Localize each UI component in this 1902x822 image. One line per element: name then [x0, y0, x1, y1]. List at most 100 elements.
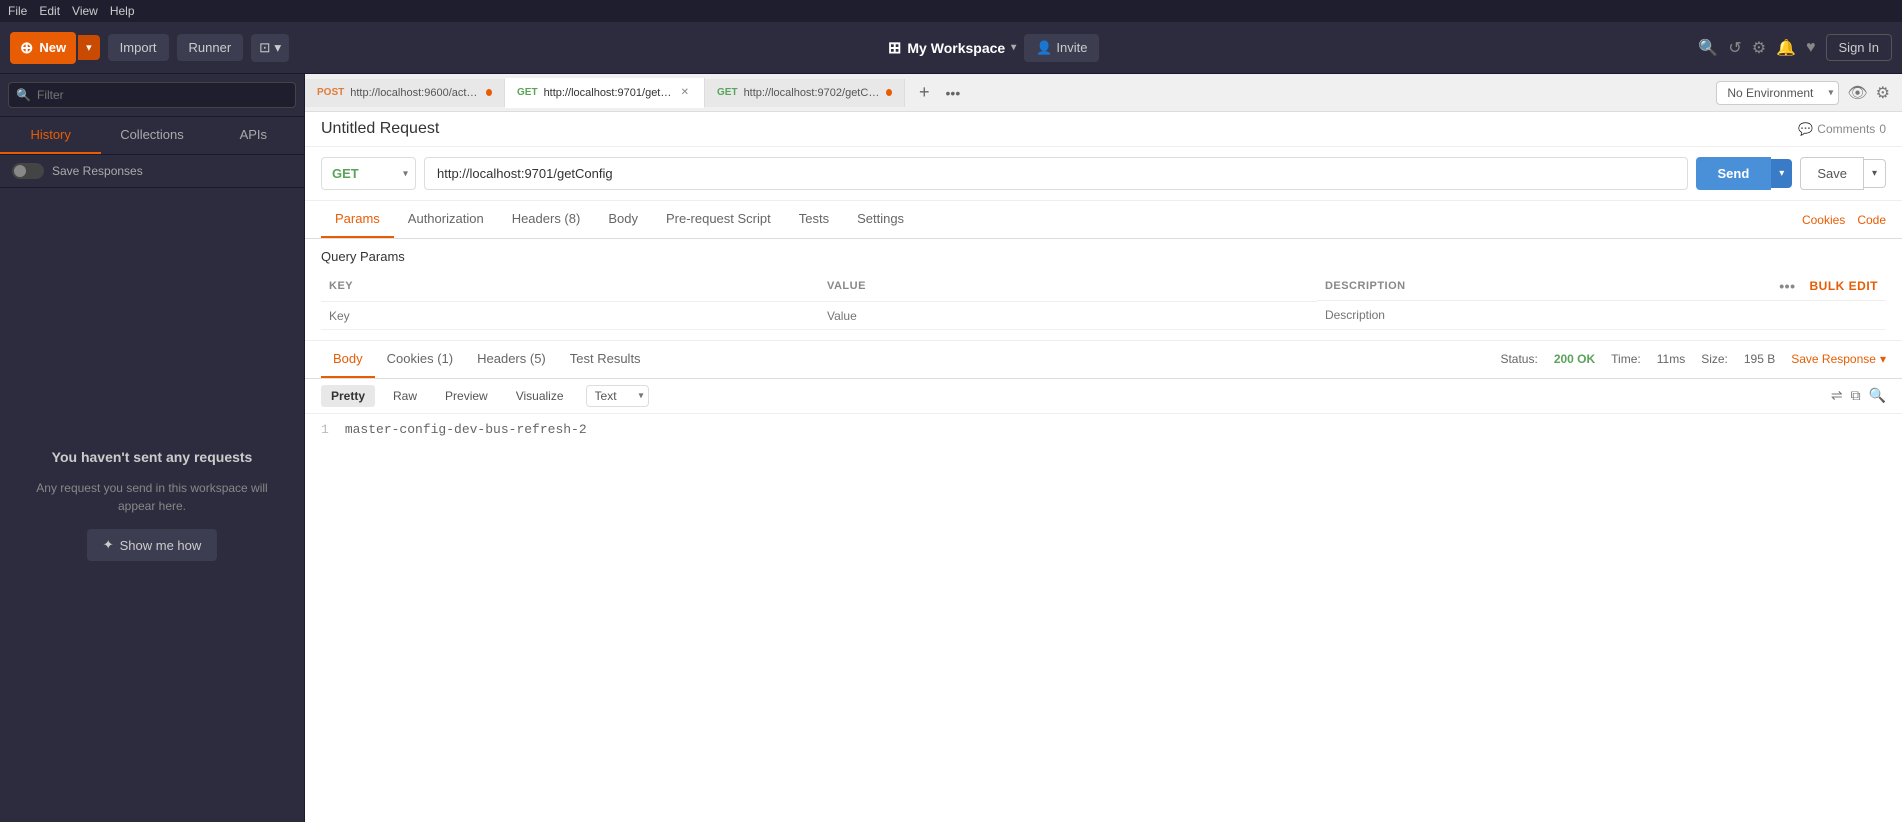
heart-icon[interactable]: ♥ — [1806, 39, 1816, 57]
req-tab-settings[interactable]: Settings — [843, 201, 918, 238]
send-button-area: Send ▾ — [1696, 157, 1793, 190]
sidebar-empty-title: You haven't sent any requests — [52, 449, 253, 465]
res-tab-cookies[interactable]: Cookies (1) — [375, 341, 465, 378]
save-response-dropdown-icon: ▾ — [1880, 352, 1886, 366]
tab-more-button[interactable]: ••• — [940, 83, 967, 103]
response-format-bar: Pretty Raw Preview Visualize Text JSON X… — [305, 379, 1902, 414]
req-tab-params[interactable]: Params — [321, 201, 394, 238]
req-tab-body[interactable]: Body — [594, 201, 652, 238]
invite-button[interactable]: 👤 Invite — [1024, 34, 1099, 62]
param-key-input[interactable] — [329, 309, 811, 323]
search-response-icon[interactable]: 🔍 — [1869, 387, 1886, 404]
response-body-text: master-config-dev-bus-refresh-2 — [345, 422, 587, 437]
request-header: Untitled Request 💬 Comments 0 — [305, 112, 1902, 147]
tab-get-9701[interactable]: GET http://localhost:9701/getConfig ✕ — [505, 78, 705, 108]
req-tab-headers[interactable]: Headers (8) — [498, 201, 595, 238]
req-tab-authorization[interactable]: Authorization — [394, 201, 498, 238]
new-label: New — [39, 40, 66, 55]
sidebar-search-input[interactable] — [8, 82, 296, 108]
response-section: Body Cookies (1) Headers (5) Test Result… — [305, 340, 1902, 822]
tab-add-button[interactable]: + — [913, 80, 936, 105]
url-input[interactable] — [424, 157, 1688, 190]
env-settings-icon[interactable]: ⚙ — [1876, 83, 1890, 103]
response-body: 1 master-config-dev-bus-refresh-2 — [305, 414, 1902, 445]
send-button[interactable]: Send — [1696, 157, 1772, 190]
req-tab-prerequest[interactable]: Pre-request Script — [652, 201, 785, 238]
workspace-name-button[interactable]: ⊞ My Workspace ▾ — [888, 38, 1016, 58]
res-tab-body[interactable]: Body — [321, 341, 375, 378]
sidebar-search-area: 🔍 — [0, 74, 304, 117]
sidebar-tab-collections[interactable]: Collections — [101, 117, 202, 154]
main-layout: 🔍 History Collections APIs Save Response… — [0, 74, 1902, 822]
save-button-area: Save ▾ — [1800, 157, 1886, 190]
response-time: 11ms — [1657, 352, 1685, 366]
menu-bar: File Edit View Help — [0, 0, 1902, 22]
save-responses-toggle[interactable] — [12, 163, 44, 179]
comments-label: Comments — [1817, 122, 1875, 136]
new-dropdown-button[interactable]: ▾ — [78, 35, 100, 60]
word-wrap-icon[interactable]: ⇌ — [1831, 387, 1843, 404]
param-value-input[interactable] — [827, 309, 1309, 323]
res-tab-headers[interactable]: Headers (5) — [465, 341, 558, 378]
sidebar-tab-history[interactable]: History — [0, 117, 101, 154]
show-me-button[interactable]: ✦ Show me how — [87, 529, 218, 561]
params-more-icon[interactable]: ••• — [1779, 278, 1795, 294]
format-type-select[interactable]: Text JSON XML HTML — [586, 385, 649, 407]
send-dropdown-button[interactable]: ▾ — [1771, 159, 1792, 188]
tab-method-get-active: GET — [517, 87, 538, 98]
environment-select[interactable]: No Environment — [1716, 81, 1839, 105]
key-column-header: KEY — [321, 272, 819, 301]
response-tabs-bar: Body Cookies (1) Headers (5) Test Result… — [305, 341, 1902, 379]
params-title: Query Params — [321, 249, 1886, 264]
toggle-knob — [14, 165, 26, 177]
workspace-dropdown-icon: ▾ — [1011, 42, 1016, 53]
param-description-input[interactable] — [1325, 308, 1878, 322]
refresh-icon[interactable]: ↺ — [1728, 38, 1741, 58]
tabs-actions: + ••• — [905, 80, 974, 105]
notification-icon[interactable]: 🔔 — [1776, 38, 1796, 58]
new-plus-icon: ⊕ — [20, 38, 33, 58]
sidebar-empty-desc: Any request you send in this workspace w… — [20, 479, 284, 515]
menu-edit[interactable]: Edit — [39, 4, 60, 18]
content-area: POST http://localhost:9600/actuator... G… — [305, 74, 1902, 822]
tab-method-get-9702: GET — [717, 87, 738, 98]
method-select[interactable]: GET POST PUT DELETE PATCH HEAD OPTIONS — [321, 157, 416, 190]
format-tab-raw[interactable]: Raw — [383, 385, 427, 407]
params-section: Query Params KEY VALUE DESCRIPTION — [305, 239, 1902, 340]
menu-help[interactable]: Help — [110, 4, 135, 18]
tab-url-get-9702: http://localhost:9702/getConfig — [744, 87, 880, 99]
request-title: Untitled Request — [321, 120, 439, 138]
settings-icon[interactable]: ⚙ — [1752, 38, 1766, 58]
res-tab-testresults[interactable]: Test Results — [558, 341, 653, 378]
tab-get-9702[interactable]: GET http://localhost:9702/getConfig — [705, 79, 905, 107]
bulk-edit-link[interactable]: Bulk Edit — [1810, 279, 1879, 293]
format-tab-visualize[interactable]: Visualize — [506, 385, 574, 407]
capture-button[interactable]: ⊡ ▾ — [251, 34, 289, 62]
tab-close-button[interactable]: ✕ — [678, 86, 692, 99]
sidebar: 🔍 History Collections APIs Save Response… — [0, 74, 305, 822]
tabs-bar: POST http://localhost:9600/actuator... G… — [305, 74, 1902, 112]
env-eye-icon[interactable]: 👁 — [1847, 83, 1867, 103]
size-label-prefix: Size: — [1701, 352, 1728, 366]
menu-file[interactable]: File — [8, 4, 27, 18]
cookies-link[interactable]: Cookies — [1802, 213, 1845, 227]
import-button[interactable]: Import — [108, 34, 169, 61]
new-button[interactable]: ⊕ New — [10, 32, 76, 64]
line-numbers: 1 — [321, 422, 329, 437]
format-tab-pretty[interactable]: Pretty — [321, 385, 375, 407]
status-ok-badge: 200 OK — [1554, 352, 1595, 366]
search-off-icon[interactable]: 🔍 — [1698, 38, 1718, 58]
sidebar-tab-apis[interactable]: APIs — [203, 117, 304, 154]
menu-view[interactable]: View — [72, 4, 98, 18]
copy-icon[interactable]: ⧉ — [1851, 387, 1861, 404]
format-tab-preview[interactable]: Preview — [435, 385, 498, 407]
save-button[interactable]: Save — [1800, 157, 1864, 190]
tab-method-post: POST — [317, 87, 344, 98]
req-tab-tests[interactable]: Tests — [785, 201, 843, 238]
save-dropdown-button[interactable]: ▾ — [1864, 159, 1886, 188]
runner-button[interactable]: Runner — [177, 34, 244, 61]
save-response-button[interactable]: Save Response ▾ — [1791, 352, 1886, 366]
code-link[interactable]: Code — [1857, 213, 1886, 227]
tab-post-9600[interactable]: POST http://localhost:9600/actuator... — [305, 79, 505, 107]
signin-button[interactable]: Sign In — [1826, 34, 1892, 61]
